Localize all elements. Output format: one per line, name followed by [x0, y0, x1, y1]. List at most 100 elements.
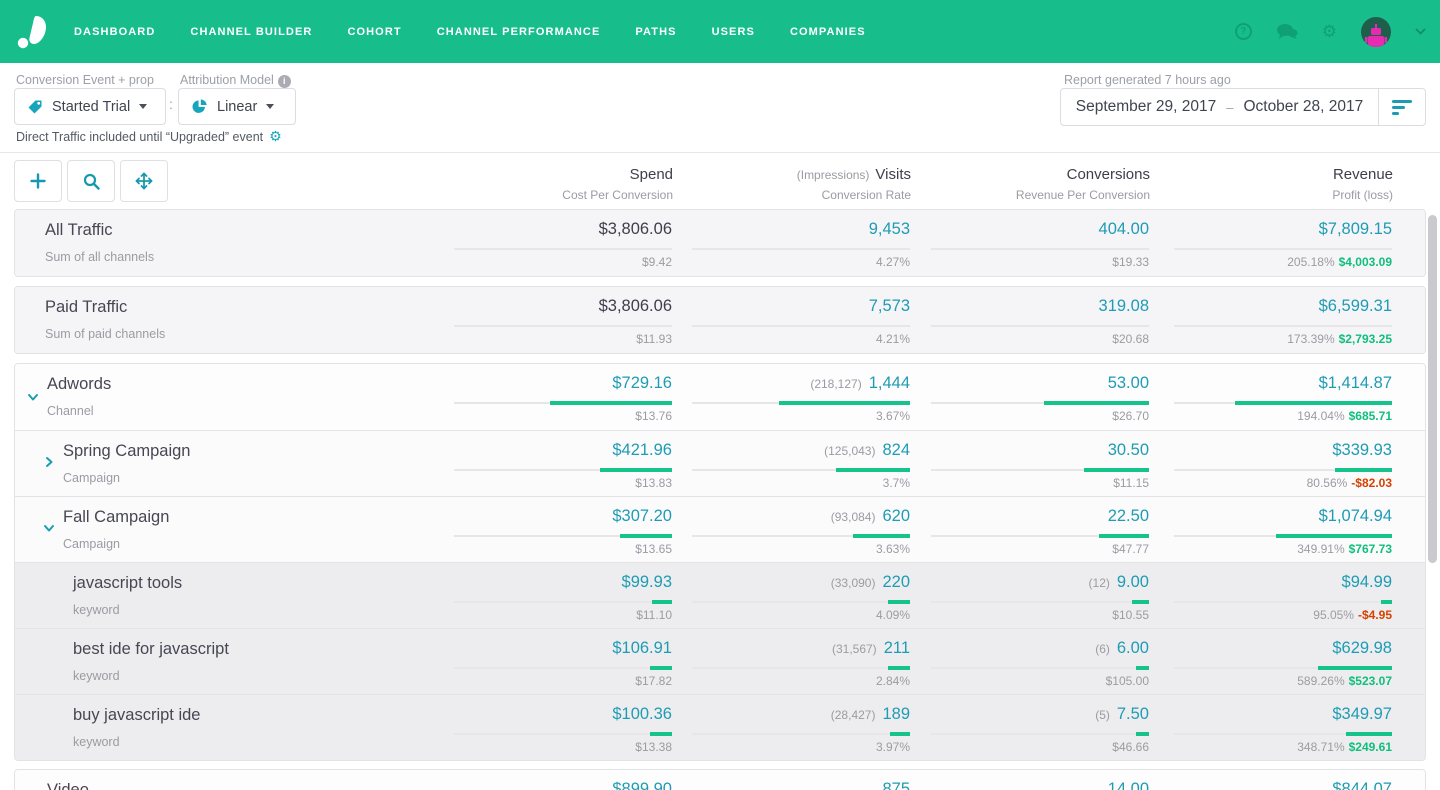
value-prefix: (125,043)	[824, 444, 875, 458]
share-bar	[1174, 402, 1392, 404]
share-bar	[692, 469, 910, 471]
settings-gear-icon[interactable]: ⚙	[1322, 22, 1337, 42]
table-row-paid-traffic[interactable]: Paid Traffic Sum of paid channels $3,806.0…	[15, 287, 1425, 353]
nav-item-companies[interactable]: COMPANIES	[790, 26, 866, 38]
column-header-visits: (Impressions)Visits Conversion Rate	[797, 166, 911, 202]
table-row-video[interactable]: Video$899.9087514.00$844.07	[15, 770, 1425, 790]
metric-value[interactable]: $1,074.94	[1319, 507, 1392, 525]
row-title: Video	[47, 781, 89, 790]
nav-item-dashboard[interactable]: DASHBOARD	[74, 26, 155, 38]
metric-cell: $1,414.87194.04%$685.71	[1132, 364, 1392, 430]
nav-item-users[interactable]: USERS	[712, 26, 755, 38]
add-button[interactable]	[14, 160, 62, 202]
chevron-down-icon[interactable]	[27, 391, 39, 403]
row-subtitle: keyword	[73, 603, 120, 617]
share-bar	[1174, 469, 1392, 471]
metric-cell: $3,806.06$11.93	[412, 287, 672, 353]
help-icon[interactable]: ?	[1235, 23, 1252, 40]
row-subtitle: Channel	[47, 404, 94, 418]
metric-cell: $106.91$17.82	[412, 629, 672, 694]
nav-item-paths[interactable]: PATHS	[635, 26, 676, 38]
share-bar	[692, 667, 910, 669]
share-bar	[454, 667, 672, 669]
date-filter-button[interactable]	[1379, 89, 1425, 125]
vertical-scrollbar-thumb[interactable]	[1428, 215, 1437, 563]
metric-value[interactable]: $7,809.15	[1319, 220, 1392, 238]
metric-value[interactable]: $1,414.87	[1319, 374, 1392, 392]
row-title: Paid Traffic	[45, 298, 127, 317]
profit-percent: 194.04%	[1297, 409, 1344, 423]
nav-item-channel-performance[interactable]: CHANNEL PERFORMANCE	[437, 26, 601, 38]
date-range-picker[interactable]: September 29, 2017 – October 28, 2017	[1060, 88, 1426, 126]
row-subtitle: keyword	[73, 669, 120, 683]
metric-cell: (218,127)1,4443.67%	[650, 364, 910, 430]
share-bar	[454, 248, 672, 250]
row-subtitle: Sum of paid channels	[45, 327, 165, 341]
metric-subvalue: 349.91%$767.73	[1297, 542, 1392, 556]
share-bar	[454, 469, 672, 471]
profit-value: $767.73	[1349, 542, 1392, 556]
share-bar	[1174, 248, 1392, 250]
table-row-best-ide-for-javascript[interactable]: best ide for javascriptkeyword$106.91$17…	[15, 628, 1425, 694]
move-button[interactable]	[120, 160, 168, 202]
row-title: All Traffic	[45, 221, 113, 240]
metric-cell: (93,084)6203.63%	[650, 497, 910, 562]
column-header-revenue: Revenue Profit (loss)	[1332, 166, 1393, 202]
nav-menu: DASHBOARD CHANNEL BUILDER COHORT CHANNEL PE…	[74, 26, 866, 38]
share-bar	[454, 325, 672, 327]
conversion-event-label: Conversion Event + prop	[16, 73, 154, 87]
table-row-adwords[interactable]: AdwordsChannel$729.16$13.76(218,127)1,44…	[15, 364, 1425, 430]
share-bar	[454, 601, 672, 603]
nav-item-cohort[interactable]: COHORT	[347, 26, 401, 38]
metric-value[interactable]: $844.07	[1332, 780, 1392, 790]
metric-cell: (125,043)8243.7%	[650, 431, 910, 496]
metric-cell: $99.93$11.10	[412, 563, 672, 628]
metric-value[interactable]: $629.98	[1332, 639, 1392, 657]
metric-cell: $629.98 589.26%$523.07	[1132, 629, 1392, 694]
metric-subvalue: 205.18%$4,003.09	[1287, 255, 1392, 269]
table-row-spring-campaign[interactable]: Spring CampaignCampaign$421.96$13.83(125…	[15, 430, 1425, 496]
metric-cell: $307.20$13.65	[412, 497, 672, 562]
share-bar	[931, 601, 1149, 603]
conversion-event-value: Started Trial	[52, 99, 130, 115]
search-button[interactable]	[67, 160, 115, 202]
metric-cell: $6,599.31173.39%$2,793.25	[1132, 287, 1392, 353]
value-prefix: (33,090)	[831, 576, 876, 590]
share-bar	[931, 667, 1149, 669]
table-row-javascript-tools[interactable]: javascript toolskeyword$99.93$11.10(33,0…	[15, 562, 1425, 628]
row-subtitle: Sum of all channels	[45, 250, 154, 264]
table-row-fall-campaign[interactable]: Fall CampaignCampaign$307.20$13.65(93,08…	[15, 496, 1425, 562]
metric-subvalue: 589.26%$523.07	[1297, 674, 1392, 688]
profit-value: $523.07	[1349, 674, 1392, 688]
chevron-down-icon[interactable]	[1415, 28, 1426, 35]
top-nav: DASHBOARD CHANNEL BUILDER COHORT CHANNEL PE…	[0, 0, 1440, 63]
row-title: javascript tools	[73, 574, 182, 593]
app-logo-icon[interactable]	[16, 14, 48, 50]
table-row-buy-javascript-ide[interactable]: buy javascript idekeyword$100.36$13.38(2…	[15, 694, 1425, 760]
separator: :	[169, 96, 173, 112]
metric-value[interactable]: $339.93	[1332, 441, 1392, 459]
metric-value[interactable]: $349.97	[1332, 705, 1392, 723]
chat-icon[interactable]	[1276, 23, 1298, 40]
date-dash: –	[1226, 100, 1233, 115]
info-icon[interactable]: i	[278, 75, 291, 88]
avatar[interactable]	[1361, 17, 1391, 47]
metric-value[interactable]: $94.99	[1342, 573, 1392, 591]
metric-value[interactable]: $6,599.31	[1319, 297, 1392, 315]
attribution-model-dropdown[interactable]: Linear	[178, 88, 296, 125]
direct-traffic-note: Direct Traffic included until “Upgraded”…	[16, 129, 282, 145]
attribution-model-label: Attribution Modeli	[180, 73, 291, 88]
chevron-down-icon[interactable]	[43, 522, 55, 534]
metric-cell: (33,090)2204.09%	[650, 563, 910, 628]
note-gear-icon[interactable]: ⚙	[269, 129, 282, 145]
table-card: All TrafficSum of all channels$3,806.06$…	[14, 209, 1426, 277]
table-row-all-traffic[interactable]: All TrafficSum of all channels$3,806.06$…	[15, 210, 1425, 276]
metric-cell: 30.50$11.15	[889, 431, 1149, 496]
caret-down-icon	[266, 104, 274, 109]
value-prefix: (93,084)	[831, 510, 876, 524]
chevron-right-icon[interactable]	[43, 456, 55, 468]
nav-item-channel-builder[interactable]: CHANNEL BUILDER	[190, 26, 312, 38]
metric-cell: $94.9995.05%-$4.95	[1132, 563, 1392, 628]
conversion-event-dropdown[interactable]: Started Trial	[14, 88, 166, 125]
metric-cell: 875	[650, 770, 910, 790]
